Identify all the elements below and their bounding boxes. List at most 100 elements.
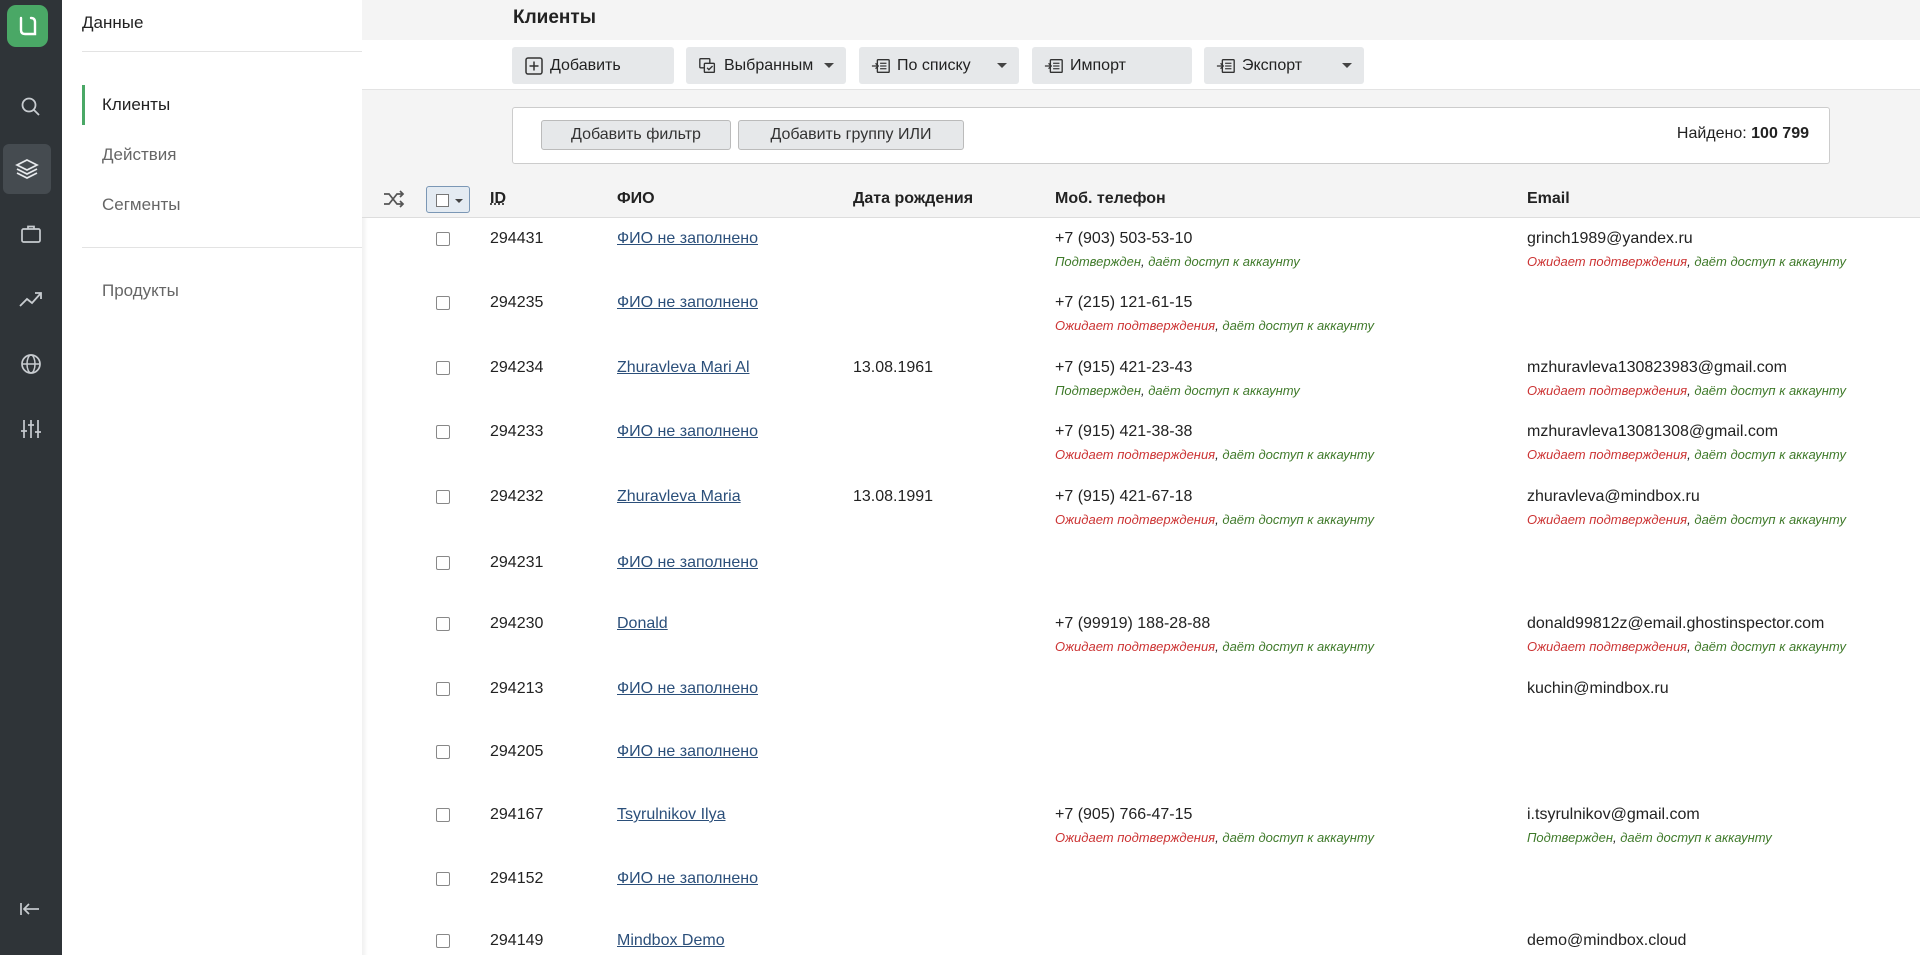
filter-area: Добавить фильтр Добавить группу ИЛИ Найд…: [362, 90, 1920, 185]
client-name-link[interactable]: Mindbox Demo: [617, 932, 725, 949]
row-email: i.tsyrulnikov@gmail.com: [1527, 806, 1700, 823]
toolbar: Добавить Выбранным По списку Импорт Эксп…: [362, 40, 1920, 90]
row-checkbox[interactable]: [436, 232, 450, 246]
table-row: 294213 ФИО не заполнено kuchin@mindbox.ru: [362, 678, 1920, 738]
shuffle-icon[interactable]: [382, 189, 406, 214]
table-row: 294232 Zhuravleva Maria 13.08.1991 +7 (915)…: [362, 486, 1920, 546]
row-checkbox[interactable]: [436, 682, 450, 696]
found-value: 100 799: [1751, 125, 1809, 142]
selected-label: Выбранным: [724, 56, 814, 74]
row-checkbox[interactable]: [436, 934, 450, 948]
status-text: Ожидает подтверждения: [1527, 447, 1688, 462]
chevron-down-icon: [455, 199, 463, 203]
row-name-cell: ФИО не заполнено: [617, 230, 758, 248]
row-id: 294213: [490, 680, 544, 697]
collapse-sidebar-icon[interactable]: [0, 884, 62, 934]
column-header-email: Email: [1527, 190, 1570, 207]
client-name-link[interactable]: ФИО не заполнено: [617, 294, 758, 311]
sliders-icon[interactable]: [0, 404, 62, 454]
row-name-cell: ФИО не заполнено: [617, 870, 758, 888]
plus-square-icon: [524, 56, 544, 76]
export-dropdown[interactable]: Экспорт: [1204, 47, 1364, 84]
row-checkbox[interactable]: [436, 872, 450, 886]
client-name-link[interactable]: ФИО не заполнено: [617, 554, 758, 571]
client-name-link[interactable]: Zhuravleva Maria: [617, 488, 741, 505]
app-rail: [0, 0, 62, 955]
status-text: Ожидает подтверждения: [1527, 254, 1688, 269]
client-name-link[interactable]: ФИО не заполнено: [617, 423, 758, 440]
client-name-link[interactable]: ФИО не заполнено: [617, 680, 758, 697]
row-email: donald99812z@email.ghostinspector.com: [1527, 615, 1825, 632]
row-phone: +7 (903) 503-53-10: [1055, 230, 1193, 247]
row-checkbox[interactable]: [436, 361, 450, 375]
add-button[interactable]: Добавить: [512, 47, 674, 84]
globe-icon[interactable]: [0, 339, 62, 389]
table-row: 294152 ФИО не заполнено: [362, 868, 1920, 928]
layers-icon[interactable]: [3, 144, 51, 194]
client-name-link[interactable]: Donald: [617, 615, 668, 632]
row-checkbox[interactable]: [436, 556, 450, 570]
chevron-down-icon: [1342, 63, 1352, 68]
import-label: Импорт: [1070, 56, 1126, 74]
add-filter-button[interactable]: Добавить фильтр: [541, 120, 731, 150]
row-name-cell: ФИО не заполнено: [617, 423, 758, 441]
row-checkbox[interactable]: [436, 296, 450, 310]
row-checkbox[interactable]: [436, 617, 450, 631]
table-row: 294234 Zhuravleva Mari Al 13.08.1961 +7 (91…: [362, 357, 1920, 417]
client-name-link[interactable]: ФИО не заполнено: [617, 230, 758, 247]
client-name-link[interactable]: ФИО не заполнено: [617, 870, 758, 887]
table-row: 294235 ФИО не заполнено +7 (215) 121-61-15…: [362, 292, 1920, 352]
row-name-cell: Tsyrulnikov Ilya: [617, 806, 725, 824]
row-id: 294431: [490, 230, 544, 247]
select-all-checkbox[interactable]: [426, 186, 470, 213]
row-checkbox[interactable]: [436, 808, 450, 822]
sidebar-title: Данные: [82, 13, 144, 32]
row-email: mzhuravleva130823983@gmail.com: [1527, 359, 1787, 376]
row-phone: +7 (915) 421-38-38: [1055, 423, 1193, 440]
row-name-cell: ФИО не заполнено: [617, 294, 758, 312]
table-row: 294149 Mindbox Demo demo@mindbox.cloud: [362, 930, 1920, 955]
sidebar-divider: [82, 51, 404, 52]
client-name-link[interactable]: ФИО не заполнено: [617, 743, 758, 760]
import-button[interactable]: Импорт: [1032, 47, 1192, 84]
list-apply-icon: [871, 56, 891, 76]
sidebar-item-segments[interactable]: Сегменты: [82, 185, 180, 225]
client-name-link[interactable]: Tsyrulnikov Ilya: [617, 806, 725, 823]
access-note: даёт доступ к аккаунту: [1144, 254, 1300, 269]
contact-status: Подтвержден, даёт доступ к аккаунту: [1055, 383, 1300, 398]
contact-status: Ожидает подтверждения, даёт доступ к акк…: [1055, 447, 1374, 462]
row-id: 294152: [490, 870, 544, 887]
row-checkbox[interactable]: [436, 745, 450, 759]
row-checkbox[interactable]: [436, 425, 450, 439]
column-header-id[interactable]: ID: [490, 190, 506, 208]
contact-status: Ожидает подтверждения, даёт доступ к акк…: [1055, 318, 1374, 333]
trend-icon[interactable]: [0, 274, 62, 324]
table-row: 294230 Donald +7 (99919) 188-28-88 Ожидает …: [362, 613, 1920, 673]
sidebar-item-clients[interactable]: Клиенты: [82, 85, 170, 125]
row-id: 294232: [490, 488, 544, 505]
table-row: 294205 ФИО не заполнено: [362, 741, 1920, 801]
row-checkbox[interactable]: [436, 490, 450, 504]
row-email: kuchin@mindbox.ru: [1527, 680, 1669, 697]
status-text: Ожидает подтверждения: [1527, 383, 1688, 398]
chevron-down-icon: [997, 63, 1007, 68]
table-row: 294167 Tsyrulnikov Ilya +7 (905) 766-47-15…: [362, 804, 1920, 864]
add-or-group-button[interactable]: Добавить группу ИЛИ: [738, 120, 964, 150]
access-note: даёт доступ к аккаунту: [1218, 639, 1374, 654]
client-name-link[interactable]: Zhuravleva Mari Al: [617, 359, 750, 376]
row-email: grinch1989@yandex.ru: [1527, 230, 1693, 247]
apply-to-selected-dropdown[interactable]: Выбранным: [686, 47, 846, 84]
briefcase-icon[interactable]: [0, 209, 62, 259]
access-note: даёт доступ к аккаунту: [1690, 512, 1846, 527]
access-note: даёт доступ к аккаунту: [1218, 512, 1374, 527]
sidebar-item-actions[interactable]: Действия: [82, 135, 176, 175]
sidebar-item-products[interactable]: Продукты: [82, 271, 179, 311]
row-id: 294167: [490, 806, 544, 823]
search-icon[interactable]: [0, 82, 62, 132]
main-content: Клиенты Добавить Выбранным По списку Имп…: [362, 0, 1920, 955]
row-birth-date: 13.08.1991: [853, 488, 934, 505]
stack-icon: [698, 56, 718, 76]
by-list-dropdown[interactable]: По списку: [859, 47, 1019, 84]
contact-status: Ожидает подтверждения, даёт доступ к акк…: [1527, 383, 1846, 398]
app-logo-icon[interactable]: [7, 5, 48, 47]
